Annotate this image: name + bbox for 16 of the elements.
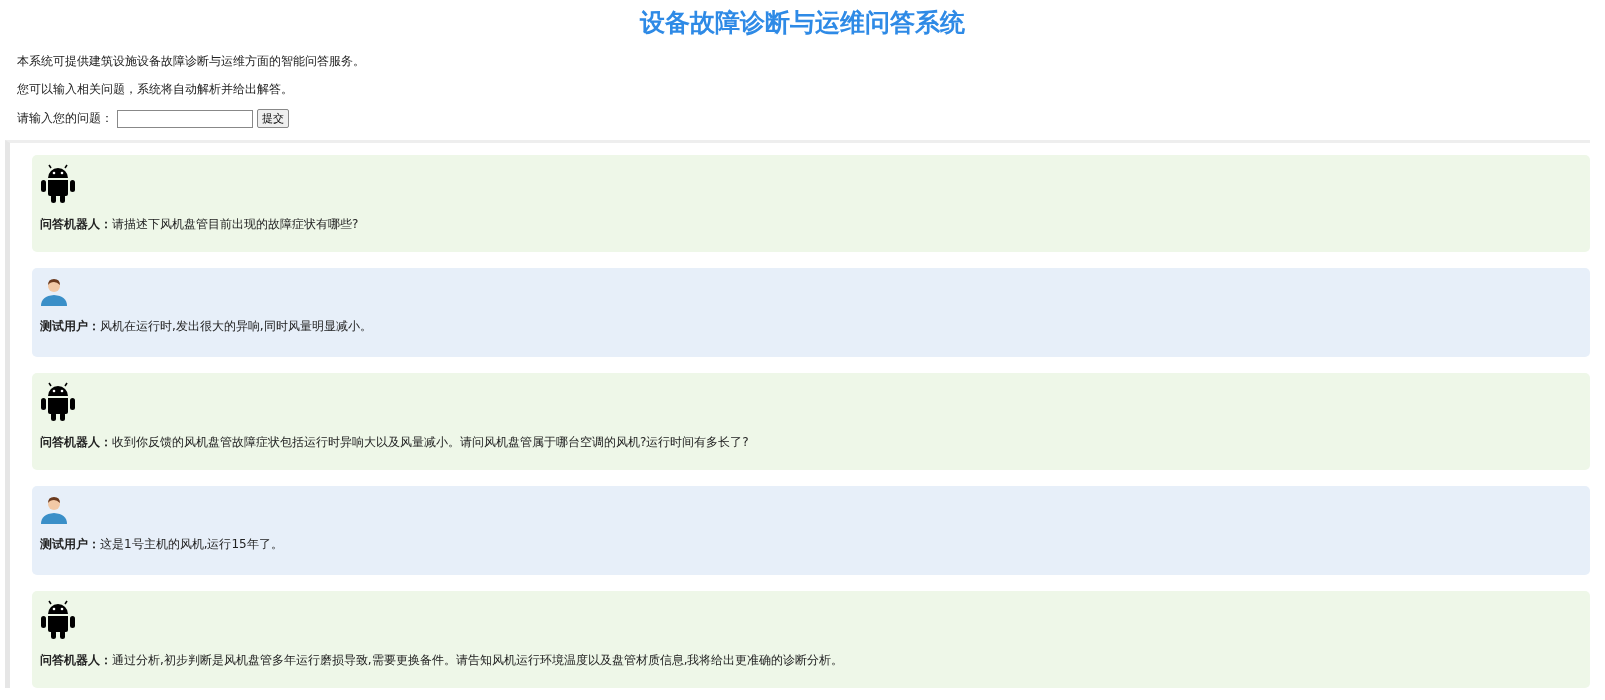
message-text: 测试用户：风机在运行时,发出很大的异响,同时风量明显减小。 (40, 318, 373, 334)
android-robot-icon (40, 163, 76, 203)
question-input[interactable] (117, 109, 253, 128)
message-text: 问答机器人：请描述下风机盘管目前出现的故障症状有哪些? (40, 216, 360, 232)
page-title: 设备故障诊断与运维问答系统 (638, 7, 966, 39)
android-robot-icon (40, 381, 76, 421)
user-avatar-icon (40, 276, 68, 306)
question-label: 请输入您的问题： (17, 110, 113, 127)
intro-text: 本系统可提供建筑设施设备故障诊断与运维方面的智能问答服务。 (17, 53, 366, 69)
message-text: 测试用户：这是1号主机的风机,运行15年了。 (40, 536, 284, 552)
message-text: 问答机器人：收到你反馈的风机盘管故障症状包括运行时异响大以及风量减小。请问风机盘管属于哪台空调的风机?运行时间有多长了? (40, 434, 750, 450)
user-avatar-icon (40, 494, 68, 524)
message-text: 问答机器人：通过分析,初步判断是风机盘管多年运行磨损导致,需要更换备件。请告知风机运行环境温度以及盘管材质信息,我将给出更准确的诊断分析。 (40, 652, 845, 668)
submit-button[interactable]: 提交 (257, 109, 289, 128)
android-robot-icon (40, 599, 76, 639)
intro-text: 您可以输入相关问题，系统将自动解析并给出解答。 (17, 81, 294, 97)
